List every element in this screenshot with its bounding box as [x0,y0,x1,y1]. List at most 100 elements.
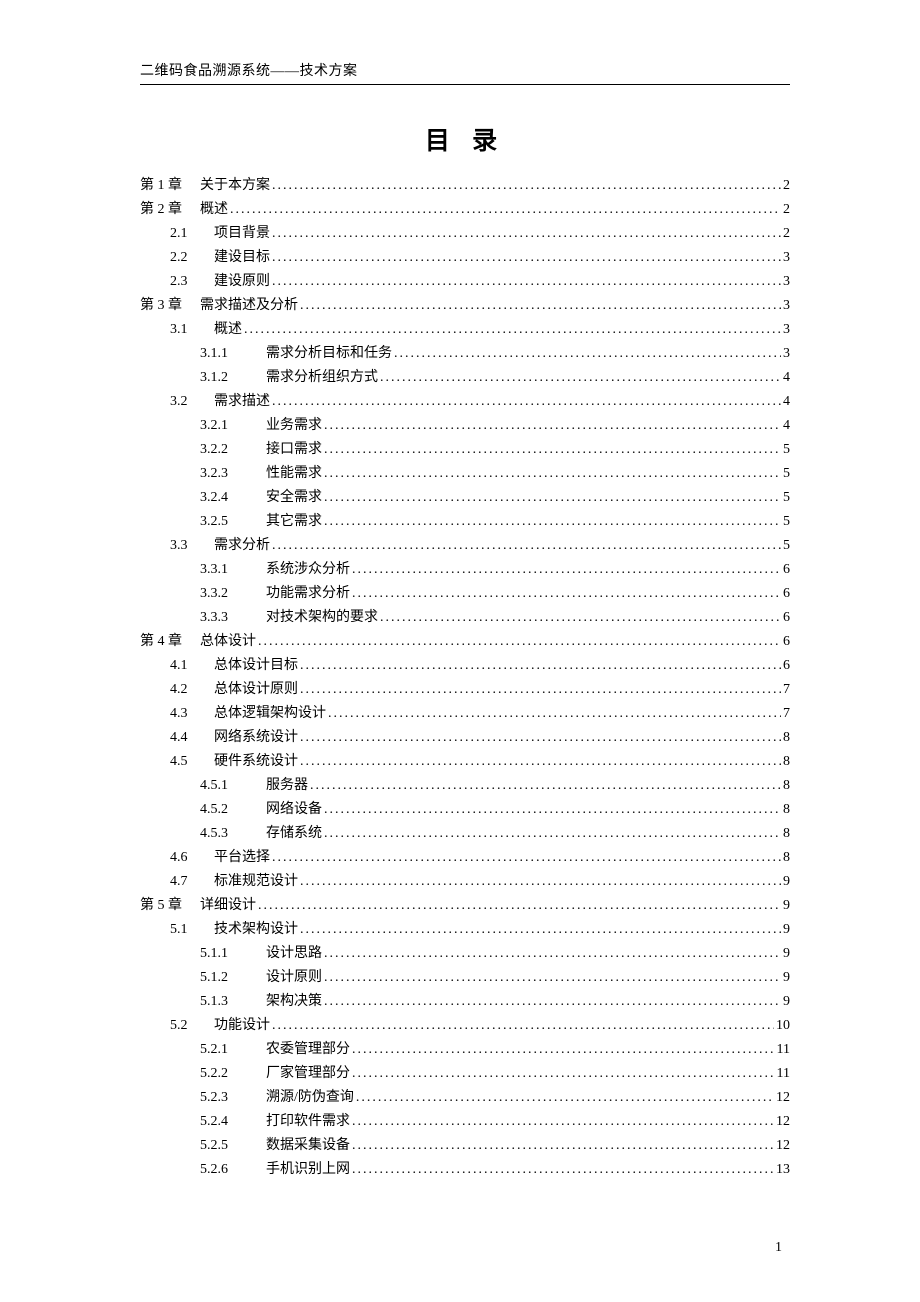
toc-entry: 3.2.2接口需求5 [140,443,790,467]
toc-entry-text: 建设目标 [214,251,272,265]
toc-entry-text: 总体设计原则 [214,683,300,697]
toc-leader-dots [300,875,781,889]
toc-entry: 3.3.2功能需求分析6 [140,587,790,611]
toc-leader-dots [324,803,781,817]
toc-leader-dots [352,1163,774,1177]
toc-entry-text: 网络设备 [266,803,324,817]
toc-entry-text: 功能需求分析 [266,587,352,601]
toc-entry-page: 7 [781,707,790,721]
toc-entry: 3.3.1系统涉众分析6 [140,563,790,587]
toc-entry-page: 8 [781,731,790,745]
toc-entry-label: 5.2.4 [200,1115,266,1129]
toc-entry-text: 溯源/防伪查询 [266,1091,356,1105]
toc-entry-page: 8 [781,755,790,769]
toc-entry: 5.2.1农委管理部分11 [140,1043,790,1067]
toc-leader-dots [324,419,781,433]
toc-leader-dots [380,371,781,385]
toc-entry-text: 建设原则 [214,275,272,289]
toc-entry: 第 4 章总体设计6 [140,635,790,659]
toc-entry: 2.3建设原则3 [140,275,790,299]
toc-leader-dots [272,275,781,289]
toc-leader-dots [328,707,781,721]
toc-entry-text: 概述 [214,323,244,337]
toc-entry-text: 关于本方案 [200,179,272,193]
toc-entry-label: 4.5.3 [200,827,266,841]
toc-leader-dots [394,347,781,361]
toc-entry: 5.1.3架构决策9 [140,995,790,1019]
toc-entry-label: 3.3.3 [200,611,266,625]
toc-entry: 4.1总体设计目标6 [140,659,790,683]
toc-entry-text: 网络系统设计 [214,731,300,745]
toc-entry-page: 5 [781,515,790,529]
toc-entry-label: 4.6 [170,851,214,865]
toc-entry-text: 平台选择 [214,851,272,865]
toc-entry-text: 需求描述 [214,395,272,409]
toc-entry-label: 2.2 [170,251,214,265]
toc-entry: 4.5.2网络设备 8 [140,803,790,827]
toc-entry-label: 第 3 章 [140,299,200,313]
toc-entry-text: 硬件系统设计 [214,755,300,769]
toc-entry-label: 4.5.2 [200,803,266,817]
toc-entry: 5.2.3溯源/防伪查询 12 [140,1091,790,1115]
toc-entry-page: 8 [781,803,790,817]
toc-entry-text: 架构决策 [266,995,324,1009]
toc-entry: 4.4网络系统设计8 [140,731,790,755]
toc-leader-dots [230,203,781,217]
toc-entry-page: 9 [781,923,790,937]
toc-entry-text: 技术架构设计 [214,923,300,937]
toc-leader-dots [352,1115,774,1129]
toc-entry: 5.2功能设计10 [140,1019,790,1043]
toc-entry: 4.7标准规范设计9 [140,875,790,899]
toc-entry-text: 业务需求 [266,419,324,433]
toc-entry-text: 手机识别上网 [266,1163,352,1177]
toc-leader-dots [310,779,781,793]
toc-leader-dots [324,995,781,1009]
toc-entry-text: 需求描述及分析 [200,299,300,313]
toc-entry-page: 3 [781,323,790,337]
toc-entry-label: 第 1 章 [140,179,200,193]
toc-entry: 5.2.5数据采集设备12 [140,1139,790,1163]
toc-entry-label: 5.1.2 [200,971,266,985]
toc-entry-text: 概述 [200,203,230,217]
toc-entry-label: 5.2.5 [200,1139,266,1153]
toc-leader-dots [272,851,781,865]
toc-leader-dots [352,587,781,601]
toc-entry: 5.2.4打印软件需求12 [140,1115,790,1139]
toc-entry-label: 5.2.1 [200,1043,266,1057]
toc-entry: 4.5硬件系统设计8 [140,755,790,779]
toc-entry-label: 3.1 [170,323,214,337]
toc-leader-dots [380,611,781,625]
toc-entry-label: 3.2.4 [200,491,266,505]
toc-entry-label: 5.1 [170,923,214,937]
toc-leader-dots [356,1091,774,1105]
toc-entry-label: 3.3.2 [200,587,266,601]
toc-entry-label: 3.2.5 [200,515,266,529]
toc-entry-text: 接口需求 [266,443,324,457]
toc-entry-text: 详细设计 [200,899,258,913]
toc-entry-text: 存储系统 [266,827,324,841]
toc-entry-label: 4.7 [170,875,214,889]
toc-entry-page: 2 [781,179,790,193]
toc-leader-dots [300,731,781,745]
toc-entry-page: 6 [781,611,790,625]
toc-entry-page: 7 [781,683,790,697]
toc-entry-text: 打印软件需求 [266,1115,352,1129]
toc-entry: 4.6平台选择8 [140,851,790,875]
toc-leader-dots [324,467,781,481]
toc-entry-page: 9 [781,995,790,1009]
toc-entry: 5.1.2设计原则9 [140,971,790,995]
toc-entry-text: 厂家管理部分 [266,1067,352,1081]
toc-entry: 第 1 章关于本方案 2 [140,179,790,203]
toc-entry: 3.2需求描述4 [140,395,790,419]
toc-entry-page: 9 [781,875,790,889]
toc-entry-label: 5.2 [170,1019,214,1033]
toc-leader-dots [272,227,781,241]
toc-entry-page: 3 [781,275,790,289]
toc-entry-page: 3 [781,251,790,265]
toc-leader-dots [324,947,781,961]
toc-entry-text: 性能需求 [266,467,324,481]
toc-entry: 3.2.1业务需求4 [140,419,790,443]
toc-leader-dots [300,659,781,673]
toc-entry-label: 第 4 章 [140,635,200,649]
page-number: 1 [775,1240,782,1256]
